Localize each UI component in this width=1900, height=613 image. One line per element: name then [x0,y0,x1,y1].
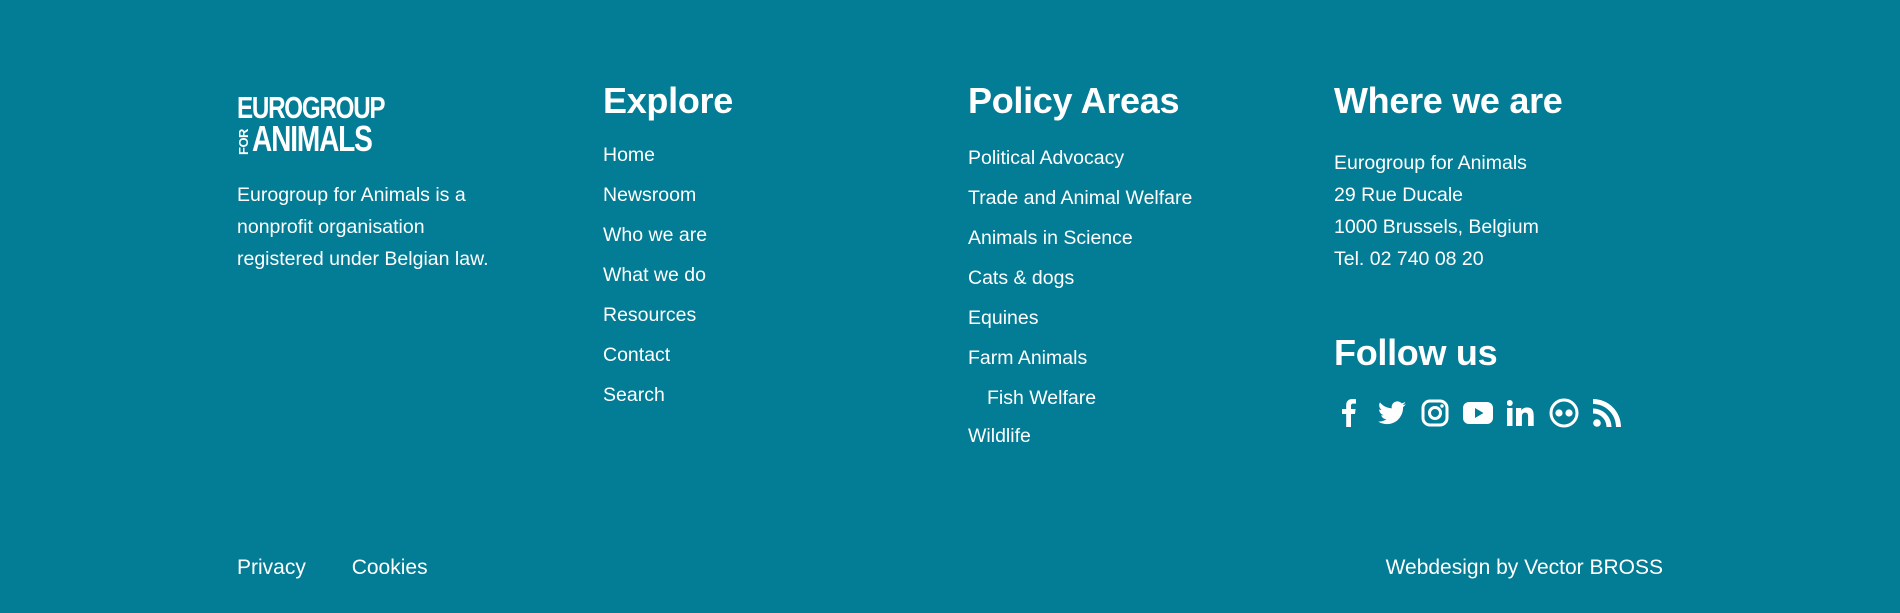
policy-link-cats-dogs[interactable]: Cats & dogs [968,267,1074,289]
explore-link[interactable]: Home [603,144,655,166]
where-heading: Where we are [1334,80,1563,121]
policy-link-trade-animal-welfare[interactable]: Trade and Animal Welfare [968,187,1192,209]
rss-icon[interactable] [1592,398,1622,428]
credit: Webdesign by Vector BROSS [1386,556,1663,580]
policy-item: Animals in Science [968,226,1192,266]
explore-link-search: Search [603,383,707,423]
policy-item: Cats & dogs [968,266,1192,306]
policy-item: Wildlife [968,424,1192,464]
brand-description: Eurogroup for Animals is a nonprofit org… [237,184,489,270]
flickr-icon[interactable] [1549,398,1579,428]
eurogroup-logo[interactable]: EUROGROUP FOR ANIMALS [236,92,389,159]
logo-for: FOR [236,129,251,155]
privacy-link[interactable]: Privacy [237,556,306,579]
social-links [1334,398,1635,428]
explore-heading: Explore [603,80,733,121]
follow-heading: Follow us [1334,332,1498,373]
cookies-link[interactable]: Cookies [352,556,428,579]
policy-item: Trade and Animal Welfare [968,186,1192,226]
explore-link-what-we-do: What we do [603,263,707,303]
explore-link-resources: Resources [603,303,707,343]
explore-link[interactable]: Who we are [603,224,707,246]
logo-line-animals: ANIMALS [252,118,373,159]
policy-item: Farm Animals [968,346,1192,386]
instagram-icon[interactable] [1420,398,1450,428]
policy-link-farm-animals[interactable]: Farm Animals [968,347,1087,369]
policy-link-equines[interactable]: Equines [968,307,1038,329]
explore-link-contact: Contact [603,343,707,383]
explore-links: Home Newsroom Who we are What we do Reso… [603,143,707,423]
explore-link-who-we-are: Who we are [603,223,707,263]
explore-link[interactable]: What we do [603,264,706,286]
policy-links: Political Advocacy Trade and Animal Welf… [968,146,1192,464]
facebook-icon[interactable] [1334,398,1364,428]
policy-item: Political Advocacy [968,146,1192,186]
policy-link-political-advocacy[interactable]: Political Advocacy [968,147,1124,169]
twitter-icon[interactable] [1377,398,1407,428]
policy-link-wildlife[interactable]: Wildlife [968,425,1031,447]
brand-column: EUROGROUP FOR ANIMALS Eurogroup for Anim… [236,92,507,275]
explore-link[interactable]: Search [603,384,665,406]
legal-links: Privacy Cookies [237,556,468,580]
explore-link-home: Home [603,143,707,183]
policy-heading: Policy Areas [968,80,1180,121]
site-footer: EUROGROUP FOR ANIMALS Eurogroup for Anim… [0,0,1900,613]
webdesign-credit-link[interactable]: Webdesign by Vector BROSS [1386,556,1663,579]
policy-subitem: Fish Welfare [968,386,1192,424]
address-block: Eurogroup for Animals 29 Rue Ducale 1000… [1334,147,1539,275]
address-org: Eurogroup for Animals [1334,152,1527,174]
explore-link[interactable]: Newsroom [603,184,696,206]
explore-link[interactable]: Resources [603,304,696,326]
logo-row-animals: FOR ANIMALS [236,118,389,159]
policy-link-animals-in-science[interactable]: Animals in Science [968,227,1133,249]
youtube-icon[interactable] [1463,398,1493,428]
policy-link-fish-welfare[interactable]: Fish Welfare [987,387,1096,409]
address-street: 29 Rue Ducale [1334,184,1463,206]
explore-link[interactable]: Contact [603,344,670,366]
policy-item: Equines [968,306,1192,346]
address-city: 1000 Brussels, Belgium [1334,216,1539,238]
address-phone: Tel. 02 740 08 20 [1334,248,1484,270]
explore-link-newsroom: Newsroom [603,183,707,223]
linkedin-icon[interactable] [1506,398,1536,428]
